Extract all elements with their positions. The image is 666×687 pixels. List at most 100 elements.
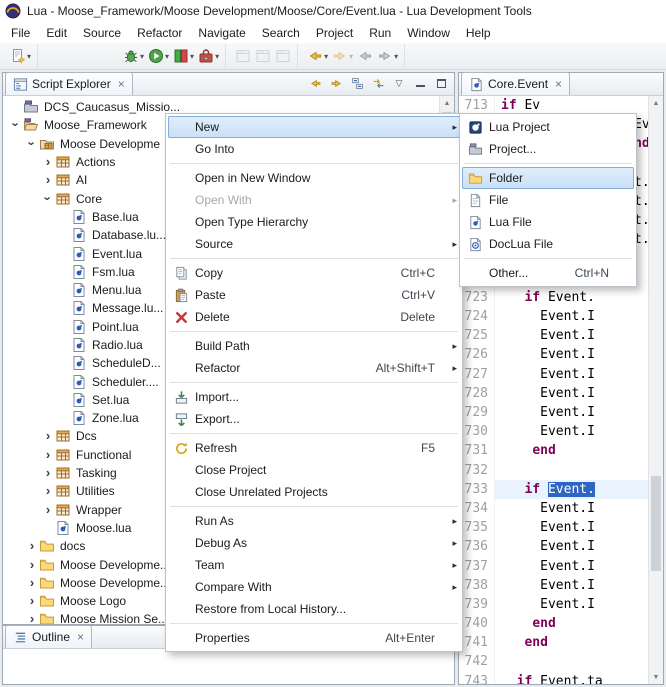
view-menu-icon[interactable]: ▽	[390, 75, 408, 93]
view-grid-button[interactable]	[253, 44, 273, 68]
code-line-737[interactable]: 737 Event.I	[459, 557, 648, 576]
scroll-up-icon[interactable]: ▲	[440, 96, 454, 110]
minimize-icon[interactable]	[411, 75, 429, 93]
context-menu-item-team[interactable]: Team▸	[168, 554, 460, 576]
code-line-728[interactable]: 728 Event.I	[459, 384, 648, 403]
collapsed-chevron-icon[interactable]: ›	[25, 612, 39, 624]
context-menu-item-open-with[interactable]: Open With▸	[168, 189, 460, 211]
menubar-item-refactor[interactable]: Refactor	[129, 24, 190, 42]
tab-script-explorer[interactable]: Script Explorer ×	[5, 72, 133, 95]
back-gray-button[interactable]	[355, 44, 375, 68]
menubar-item-edit[interactable]: Edit	[38, 24, 75, 42]
context-menu-item-delete[interactable]: DeleteDelete	[168, 306, 460, 328]
context-menu-item-debug-as[interactable]: Debug As▸	[168, 532, 460, 554]
code-line-723[interactable]: 723 if Event.	[459, 288, 648, 307]
code-line-725[interactable]: 725 Event.I	[459, 326, 648, 345]
context-menu-item-copy[interactable]: CopyCtrl+C	[168, 262, 460, 284]
maximize-icon[interactable]	[432, 75, 450, 93]
expanded-chevron-icon[interactable]: ›	[41, 192, 55, 206]
context-menu-item-build-path[interactable]: Build Path▸	[168, 335, 460, 357]
code-line-738[interactable]: 738 Event.I	[459, 576, 648, 595]
new-submenu-item-doclua-file[interactable]: DocLua File	[462, 233, 634, 255]
close-icon[interactable]: ×	[77, 630, 84, 644]
view-grid-button[interactable]	[233, 44, 253, 68]
menubar-item-navigate[interactable]: Navigate	[190, 24, 253, 42]
context-menu-item-open-in-new-window[interactable]: Open in New Window	[168, 167, 460, 189]
code-line-731[interactable]: 731 end	[459, 441, 648, 460]
context-menu-item-refactor[interactable]: RefactorAlt+Shift+T▸	[168, 357, 460, 379]
context-menu-item-close-unrelated-projects[interactable]: Close Unrelated Projects	[168, 481, 460, 503]
new-submenu-item-project[interactable]: Project...	[462, 138, 634, 160]
context-menu-item-new[interactable]: New▸	[168, 116, 460, 138]
code-line-726[interactable]: 726 Event.I	[459, 345, 648, 364]
scroll-up-icon[interactable]: ▲	[649, 96, 663, 110]
tab-outline[interactable]: Outline ×	[5, 625, 92, 648]
menubar-item-file[interactable]: File	[3, 24, 38, 42]
external-tools-button[interactable]: ▾	[196, 44, 221, 68]
coverage-button[interactable]: ▾	[171, 44, 196, 68]
context-menu-item-paste[interactable]: PasteCtrl+V	[168, 284, 460, 306]
code-line-730[interactable]: 730 Event.I	[459, 422, 648, 441]
menubar-item-window[interactable]: Window	[399, 24, 458, 42]
code-line-729[interactable]: 729 Event.I	[459, 403, 648, 422]
collapsed-chevron-icon[interactable]: ›	[25, 558, 39, 572]
dropdown-caret-icon[interactable]: ▾	[394, 52, 398, 61]
tab-core-event[interactable]: Core.Event ×	[461, 72, 570, 95]
menubar-item-search[interactable]: Search	[254, 24, 308, 42]
context-menu-item-export[interactable]: Export...	[168, 408, 460, 430]
menubar-item-project[interactable]: Project	[308, 24, 361, 42]
code-line-736[interactable]: 736 Event.I	[459, 537, 648, 556]
context-menu-item-import[interactable]: Import...	[168, 386, 460, 408]
code-line-735[interactable]: 735 Event.I	[459, 518, 648, 537]
code-line-724[interactable]: 724 Event.I	[459, 307, 648, 326]
close-icon[interactable]: ×	[555, 77, 562, 91]
new-submenu-item-folder[interactable]: Folder	[462, 167, 634, 189]
context-menu-item-run-as[interactable]: Run As▸	[168, 510, 460, 532]
code-line-739[interactable]: 739 Event.I	[459, 595, 648, 614]
collapse-all-icon[interactable]	[348, 75, 366, 93]
code-line-734[interactable]: 734 Event.I	[459, 499, 648, 518]
dropdown-caret-icon[interactable]: ▾	[140, 52, 144, 61]
code-line-733[interactable]: 733 if Event.	[459, 480, 648, 499]
dropdown-caret-icon[interactable]: ▾	[165, 52, 169, 61]
forward-gray-button[interactable]: ▾	[375, 44, 400, 68]
run-button[interactable]: ▾	[146, 44, 171, 68]
collapsed-chevron-icon[interactable]: ›	[25, 576, 39, 590]
dropdown-caret-icon[interactable]: ▾	[27, 52, 31, 61]
dropdown-caret-icon[interactable]: ▾	[324, 52, 328, 61]
debug-button[interactable]: ▾	[121, 44, 146, 68]
code-line-727[interactable]: 727 Event.I	[459, 365, 648, 384]
context-menu-item-open-type-hierarchy[interactable]: Open Type Hierarchy	[168, 211, 460, 233]
code-line-740[interactable]: 740 end	[459, 614, 648, 633]
collapsed-chevron-icon[interactable]: ›	[41, 155, 55, 169]
dropdown-caret-icon[interactable]: ▾	[190, 52, 194, 61]
new-submenu-item-lua-project[interactable]: Lua Project	[462, 116, 634, 138]
collapsed-chevron-icon[interactable]: ›	[41, 173, 55, 187]
scroll-down-icon[interactable]: ▼	[649, 670, 663, 684]
new-submenu-item-lua-file[interactable]: Lua File	[462, 211, 634, 233]
code-line-742[interactable]: 742	[459, 652, 648, 671]
scrollbar-thumb[interactable]	[651, 476, 661, 571]
new-submenu-item-file[interactable]: File	[462, 189, 634, 211]
view-grid-button[interactable]	[273, 44, 293, 68]
expanded-chevron-icon[interactable]: ›	[25, 137, 39, 151]
new-wizard-button[interactable]: ▾	[8, 44, 33, 68]
context-menu-item-go-into[interactable]: Go Into	[168, 138, 460, 160]
collapsed-chevron-icon[interactable]: ›	[25, 539, 39, 553]
menubar-item-help[interactable]: Help	[458, 24, 499, 42]
menubar-item-source[interactable]: Source	[75, 24, 129, 42]
context-menu-item-properties[interactable]: PropertiesAlt+Enter	[168, 627, 460, 649]
back-yellow-icon[interactable]	[306, 75, 324, 93]
code-line-743[interactable]: 743 if Event.ta	[459, 672, 648, 684]
context-menu-item-refresh[interactable]: RefreshF5	[168, 437, 460, 459]
collapsed-chevron-icon[interactable]: ›	[41, 429, 55, 443]
link-with-editor-icon[interactable]	[369, 75, 387, 93]
context-menu-item-restore-from-local-history[interactable]: Restore from Local History...	[168, 598, 460, 620]
dropdown-caret-icon[interactable]: ▾	[215, 52, 219, 61]
collapsed-chevron-icon[interactable]: ›	[25, 594, 39, 608]
editor-scrollbar[interactable]: ▲ ▼	[648, 96, 663, 684]
collapsed-chevron-icon[interactable]: ›	[41, 503, 55, 517]
expanded-chevron-icon[interactable]: ›	[9, 118, 23, 132]
context-menu-item-compare-with[interactable]: Compare With▸	[168, 576, 460, 598]
code-line-741[interactable]: 741 end	[459, 633, 648, 652]
